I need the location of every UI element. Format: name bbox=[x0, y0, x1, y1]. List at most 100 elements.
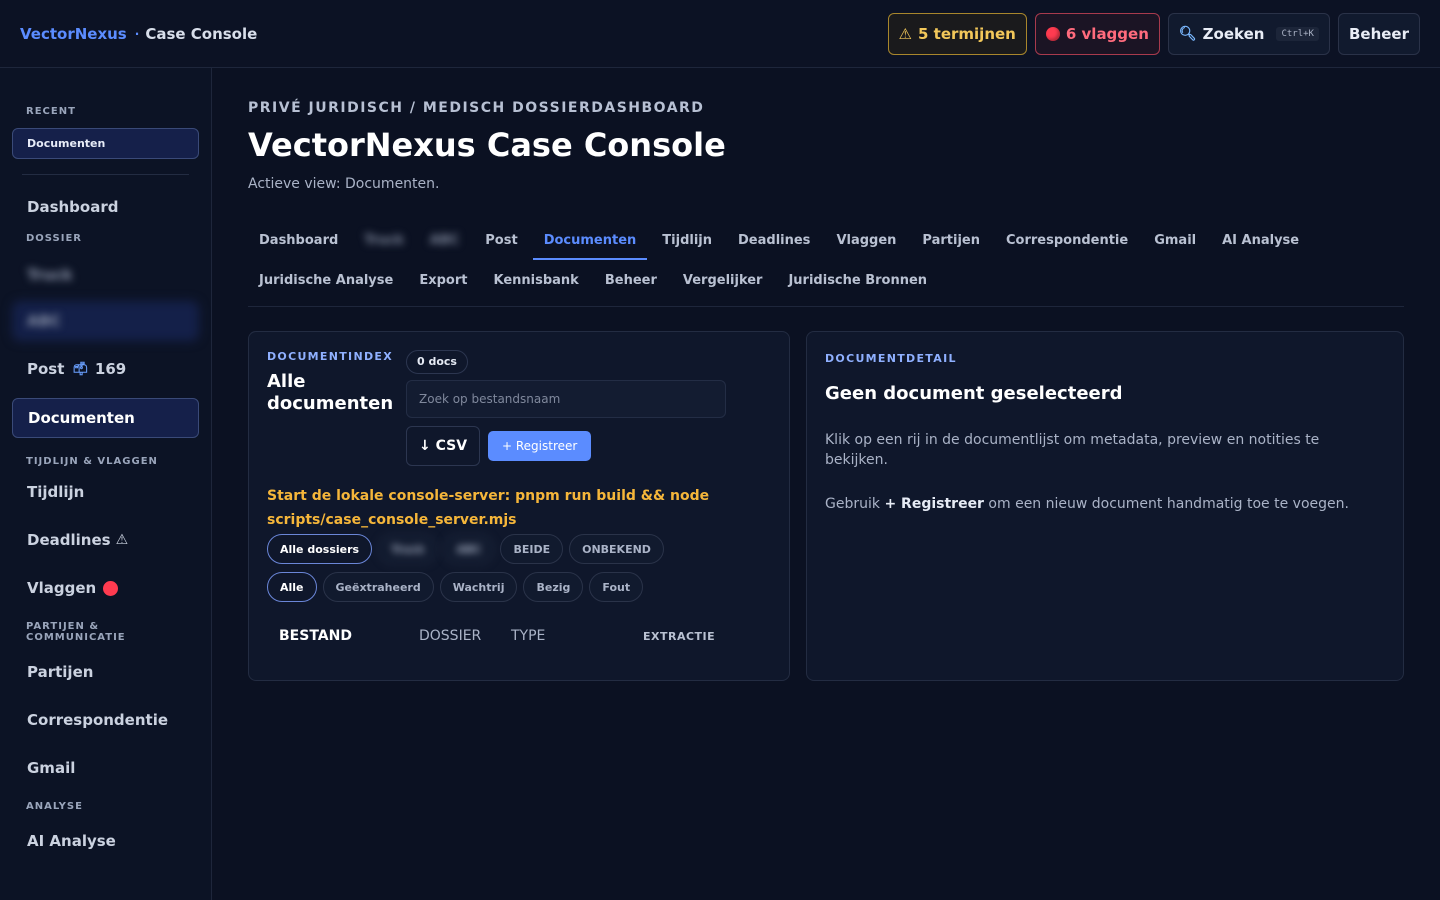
tab-dossier-2[interactable]: ABC bbox=[419, 220, 471, 260]
document-index-label: DOCUMENTINDEX bbox=[267, 350, 393, 363]
warning-icon: ⚠ bbox=[898, 24, 912, 43]
sidebar-heading-analysis: ANALYSE bbox=[26, 801, 83, 812]
sidebar-item-flags-label: Vlaggen bbox=[27, 579, 97, 597]
sidebar-item-correspondence[interactable]: Correspondentie bbox=[12, 701, 199, 739]
sidebar-heading-timeline: TIJDLIJN & VLAGGEN bbox=[26, 456, 158, 467]
filter-both[interactable]: BEIDE bbox=[500, 534, 564, 564]
column-header-file[interactable]: BESTAND bbox=[279, 628, 419, 644]
document-detail-label: DOCUMENTDETAIL bbox=[825, 352, 957, 365]
recent-item-documents[interactable]: Documenten bbox=[12, 128, 199, 159]
deadlines-badge-button[interactable]: ⚠ 5 termijnen bbox=[887, 12, 1027, 55]
sidebar-item-gmail[interactable]: Gmail bbox=[12, 749, 199, 787]
filter-status-error[interactable]: Fout bbox=[589, 572, 644, 602]
brand-subtitle: Case Console bbox=[145, 24, 258, 43]
red-flag-dot-icon bbox=[1045, 26, 1060, 41]
sidebar-item-flags[interactable]: Vlaggen bbox=[12, 569, 199, 607]
filter-status-extracted[interactable]: Geëxtraheerd bbox=[322, 572, 434, 602]
column-header-type[interactable]: TYPE bbox=[511, 628, 643, 644]
tab-parties[interactable]: Partijen bbox=[911, 220, 991, 260]
page-eyebrow: PRIVÉ JURIDISCH / MEDISCH DOSSIERDASHBOA… bbox=[248, 100, 705, 116]
tab-deadlines[interactable]: Deadlines bbox=[727, 220, 821, 260]
filter-status-busy[interactable]: Bezig bbox=[523, 572, 584, 602]
document-count-badge: 0 docs bbox=[406, 350, 468, 374]
filter-unknown[interactable]: ONBEKEND bbox=[569, 534, 664, 564]
deadlines-badge-label: 5 termijnen bbox=[918, 24, 1016, 43]
tab-dashboard[interactable]: Dashboard bbox=[248, 220, 349, 260]
filter-dossier-2[interactable]: ABC bbox=[443, 534, 495, 564]
tab-ai-analysis[interactable]: AI Analyse bbox=[1211, 220, 1310, 260]
admin-button-label: Beheer bbox=[1348, 24, 1409, 43]
search-button[interactable]: 🔍︎ Zoeken Ctrl+K bbox=[1167, 12, 1330, 55]
sidebar-item-deadlines[interactable]: Deadlines ⚠ bbox=[12, 521, 199, 559]
document-index-title-line2: documenten bbox=[267, 393, 394, 414]
column-header-dossier[interactable]: DOSSIER bbox=[419, 628, 511, 644]
document-detail-title: Geen document geselecteerd bbox=[825, 383, 1123, 404]
document-detail-panel: DOCUMENTDETAIL Geen document geselecteer… bbox=[806, 331, 1404, 681]
sidebar-item-dossier-2[interactable]: ABC bbox=[12, 301, 199, 341]
tab-admin[interactable]: Beheer bbox=[594, 260, 668, 300]
sidebar-divider bbox=[22, 174, 189, 175]
filter-all-dossiers[interactable]: Alle dossiers bbox=[267, 534, 373, 564]
column-header-extraction[interactable]: EXTRACTIE bbox=[643, 630, 715, 643]
hint-register: + Registreer bbox=[884, 496, 984, 512]
tab-bar: Dashboard Truck ABC Post Documenten Tijd… bbox=[248, 220, 1404, 307]
hint-suffix: om een nieuw document handmatig toe te v… bbox=[988, 496, 1349, 512]
tab-legal-analysis[interactable]: Juridische Analyse bbox=[248, 260, 404, 300]
document-index-title: Alle documenten bbox=[267, 371, 406, 415]
filename-search-input[interactable] bbox=[406, 380, 726, 418]
top-bar: VectorNexus · Case Console ⚠ 5 termijnen… bbox=[0, 0, 1440, 68]
mailbox-icon: 📫︎ bbox=[72, 361, 89, 377]
tab-timeline[interactable]: Tijdlijn bbox=[651, 220, 723, 260]
tab-documents[interactable]: Documenten bbox=[532, 220, 648, 260]
filter-status-queue[interactable]: Wachtrij bbox=[439, 572, 518, 602]
brand[interactable]: VectorNexus · Case Console bbox=[20, 25, 257, 43]
warning-icon: ⚠ bbox=[115, 532, 129, 548]
sidebar-item-deadlines-label: Deadlines bbox=[27, 531, 111, 549]
sidebar-heading-recent: RECENT bbox=[26, 106, 76, 117]
sidebar-item-dashboard[interactable]: Dashboard bbox=[12, 188, 199, 226]
tab-post[interactable]: Post bbox=[474, 220, 528, 260]
page-title: VectorNexus Case Console bbox=[248, 126, 726, 164]
flags-badge-button[interactable]: 6 vlaggen bbox=[1034, 12, 1160, 55]
sidebar: RECENT Documenten Dashboard DOSSIER Truc… bbox=[0, 68, 212, 900]
document-index-title-line1: Alle bbox=[267, 371, 306, 392]
search-shortcut: Ctrl+K bbox=[1276, 26, 1319, 41]
search-button-label: Zoeken bbox=[1202, 24, 1265, 43]
document-index-controls: 0 docs ↓ CSV + Registreer bbox=[406, 350, 726, 466]
tab-correspondence[interactable]: Correspondentie bbox=[995, 220, 1139, 260]
tab-dossier-1[interactable]: Truck bbox=[353, 220, 414, 260]
sidebar-item-documents[interactable]: Documenten bbox=[12, 398, 199, 438]
panels: DOCUMENTINDEX Alle documenten 0 docs ↓ C… bbox=[248, 331, 1404, 681]
sidebar-item-post-label: Post bbox=[27, 360, 65, 378]
sidebar-item-timeline[interactable]: Tijdlijn bbox=[12, 473, 199, 511]
sidebar-item-ai-analysis[interactable]: AI Analyse bbox=[12, 822, 199, 860]
document-actions: ↓ CSV + Registreer bbox=[406, 426, 726, 466]
sidebar-item-parties[interactable]: Partijen bbox=[12, 653, 199, 691]
tab-export[interactable]: Export bbox=[408, 260, 478, 300]
sidebar-heading-parties: PARTIJEN & COMMUNICATIE bbox=[26, 621, 126, 643]
document-index-header: DOCUMENTINDEX Alle documenten 0 docs ↓ C… bbox=[267, 350, 771, 466]
sidebar-item-dossier-2-label: ABC bbox=[27, 312, 62, 330]
document-detail-hint: Gebruik + Registreer om een nieuw docume… bbox=[825, 496, 1385, 512]
tab-comparer[interactable]: Vergelijker bbox=[672, 260, 774, 300]
tab-flags[interactable]: Vlaggen bbox=[825, 220, 907, 260]
document-index-title-col: DOCUMENTINDEX Alle documenten bbox=[267, 350, 406, 466]
brand-separator: · bbox=[134, 26, 140, 41]
sidebar-item-dossier-1[interactable]: Truck bbox=[12, 256, 199, 294]
page-subtitle: Actieve view: Documenten. bbox=[248, 176, 440, 192]
filter-status-all[interactable]: Alle bbox=[267, 572, 317, 602]
csv-export-button[interactable]: ↓ CSV bbox=[406, 426, 480, 466]
register-document-button[interactable]: + Registreer bbox=[488, 431, 592, 461]
document-table-header: BESTAND DOSSIER TYPE EXTRACTIE bbox=[267, 628, 771, 644]
sidebar-item-post-count: 169 bbox=[94, 360, 127, 378]
tab-gmail[interactable]: Gmail bbox=[1143, 220, 1207, 260]
brand-name: VectorNexus bbox=[20, 24, 127, 43]
admin-button[interactable]: Beheer bbox=[1337, 12, 1420, 55]
tab-knowledge-base[interactable]: Kennisbank bbox=[482, 260, 589, 300]
sidebar-item-post[interactable]: Post 📫︎ 169 bbox=[12, 350, 199, 388]
document-index-panel: DOCUMENTINDEX Alle documenten 0 docs ↓ C… bbox=[248, 331, 790, 681]
dossier-filter-row: Alle dossiers Truck ABC BEIDE ONBEKEND bbox=[267, 534, 771, 564]
tab-legal-sources[interactable]: Juridische Bronnen bbox=[777, 260, 938, 300]
flags-badge-label: 6 vlaggen bbox=[1065, 24, 1149, 43]
filter-dossier-1[interactable]: Truck bbox=[378, 534, 438, 564]
